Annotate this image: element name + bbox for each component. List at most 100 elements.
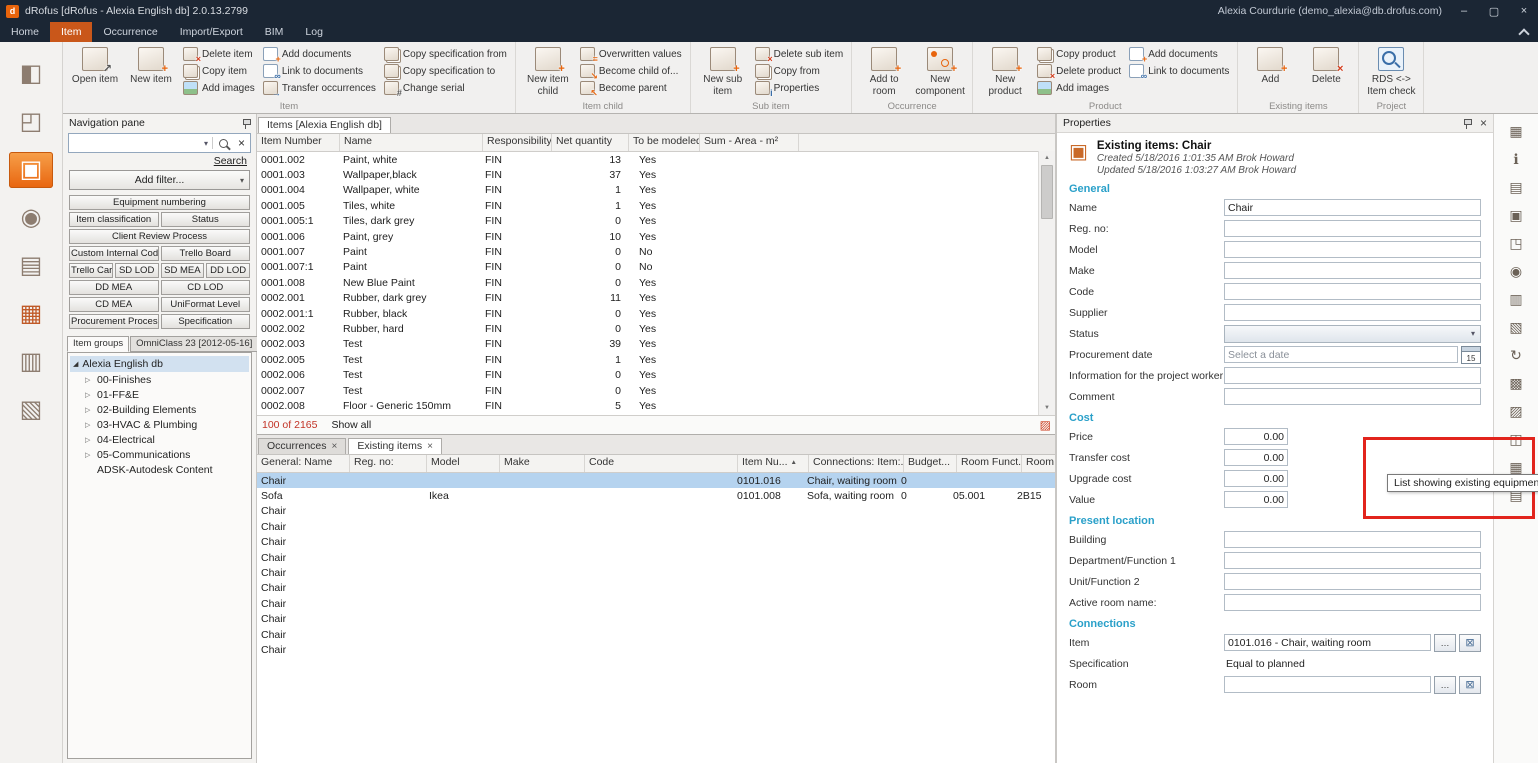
product-icon[interactable]: ◉ <box>1505 262 1527 280</box>
filter-button[interactable]: Item classification <box>69 212 159 227</box>
filter-button[interactable]: CD LOD <box>161 280 251 295</box>
tree-item[interactable]: ▷ 04-Electrical <box>68 432 251 447</box>
filter-button[interactable]: DD MEA <box>69 280 159 295</box>
copy-item-button[interactable]: Copy item <box>180 63 258 79</box>
column-header[interactable]: To be modeled <box>629 134 700 151</box>
code-field[interactable] <box>1224 283 1481 300</box>
column-header[interactable]: Reg. no: <box>350 455 427 472</box>
supplier-field[interactable] <box>1224 304 1481 321</box>
items-tab[interactable]: Items [Alexia English db] <box>258 117 391 133</box>
browse-item-button[interactable]: … <box>1434 634 1456 652</box>
expand-icon[interactable]: ▷ <box>85 391 93 399</box>
make-field[interactable] <box>1224 262 1481 279</box>
expand-icon[interactable]: ▷ <box>85 406 93 414</box>
existing-item-row[interactable]: Chair <box>257 550 1055 565</box>
transfer-occurrences-button[interactable]: →Transfer occurrences <box>260 80 379 96</box>
add-documents-button[interactable]: +Add documents <box>260 46 379 62</box>
item-data-icon[interactable]: ▣ <box>1505 206 1527 224</box>
existing-item-row[interactable]: Chair <box>257 612 1055 627</box>
new-product-button[interactable]: + New product <box>978 44 1032 97</box>
unit-function-field[interactable] <box>1224 573 1481 590</box>
tree-item[interactable]: ▷ 03-HVAC & Plumbing <box>68 417 251 432</box>
calendar-icon[interactable]: 15 <box>1461 346 1481 364</box>
search-input[interactable] <box>69 134 200 152</box>
add-filter-button[interactable]: Add filter... ▾ <box>69 170 250 190</box>
connection-room-field[interactable] <box>1224 676 1431 693</box>
bottom-tab[interactable]: Existing items × <box>348 438 442 454</box>
collapse-ribbon-icon[interactable] <box>1510 22 1538 42</box>
new-item-button[interactable]: + New item <box>124 44 178 86</box>
expand-icon[interactable]: ▷ <box>85 451 93 459</box>
filter-button[interactable]: DD LOD <box>206 263 250 278</box>
ribbon-tab[interactable]: Home <box>0 22 50 42</box>
item-row[interactable]: 0002.003 Test FIN 39 Yes <box>257 337 1055 352</box>
ribbon-tab[interactable]: Import/Export <box>169 22 254 42</box>
vertical-scrollbar[interactable]: ▲ ▼ <box>1038 151 1055 415</box>
filter-button[interactable]: Procurement Process <box>69 314 159 329</box>
expand-icon[interactable]: ▷ <box>85 376 93 384</box>
connection-item-field[interactable] <box>1224 634 1431 651</box>
documents-module-icon[interactable]: ▤ <box>9 248 53 284</box>
copy-product-button[interactable]: Copy product <box>1034 46 1124 62</box>
existing-item-row[interactable]: Chair <box>257 504 1055 519</box>
transfer-icon[interactable]: ◫ <box>1505 430 1527 448</box>
become-parent-button[interactable]: ↖Become parent <box>577 80 685 96</box>
restore-icon[interactable]: ▢ <box>1486 5 1502 18</box>
item-row[interactable]: 0002.005 Test FIN 1 Yes <box>257 352 1055 367</box>
package-icon[interactable]: ▥ <box>1505 290 1527 308</box>
library-module-icon[interactable]: ▧ <box>9 392 53 428</box>
report-icon[interactable]: ▨ <box>1040 418 1051 432</box>
close-tab-icon[interactable]: × <box>332 441 338 452</box>
filter-button[interactable]: SD MEA <box>161 263 205 278</box>
item-row[interactable]: 0002.001:1 Rubber, black FIN 0 Yes <box>257 306 1055 321</box>
item-row[interactable]: 0002.002 Rubber, hard FIN 0 Yes <box>257 321 1055 336</box>
rooms-module-icon[interactable]: ◧ <box>9 56 53 92</box>
item-row[interactable]: 0001.002 Paint, white FIN 13 Yes <box>257 152 1055 167</box>
clear-item-button[interactable]: ⊠ <box>1459 634 1481 652</box>
show-all-link[interactable]: Show all <box>331 419 371 431</box>
ribbon-tab[interactable]: Item <box>50 22 92 42</box>
add-documents-button[interactable]: +Add documents <box>1126 46 1232 62</box>
column-header[interactable]: Sum - Area - m² <box>700 134 799 151</box>
become-child-of-button[interactable]: ↘Become child of... <box>577 63 685 79</box>
filter-button[interactable]: SD LOD <box>115 263 159 278</box>
filter-button[interactable]: Custom Internal Code <box>69 246 159 261</box>
change-serial-button[interactable]: #Change serial <box>381 80 510 96</box>
room-function-module-icon[interactable]: ◰ <box>9 104 53 140</box>
column-header[interactable]: Model <box>427 455 500 472</box>
filter-button[interactable]: Specification <box>161 314 251 329</box>
copy-from-button[interactable]: Copy from <box>752 63 846 79</box>
bottom-tab[interactable]: Occurrences × <box>258 438 346 454</box>
add-images-button[interactable]: Add images <box>1034 80 1124 96</box>
files-icon[interactable]: ▧ <box>1505 318 1527 336</box>
minimize-icon[interactable]: – <box>1456 5 1472 17</box>
ribbon-tab[interactable]: Occurrence <box>92 22 168 42</box>
department-function-field[interactable] <box>1224 552 1481 569</box>
filter-button[interactable]: CD MEA <box>69 297 159 312</box>
add-to-room-button[interactable]: + Add to room <box>857 44 911 97</box>
documents-icon[interactable]: ▤ <box>1505 178 1527 196</box>
close-tab-icon[interactable]: × <box>427 441 433 452</box>
tree-item[interactable]: ▷ 02-Building Elements <box>68 402 251 417</box>
item-row[interactable]: 0001.007:1 Paint FIN 0 No <box>257 260 1055 275</box>
link-to-documents-button[interactable]: ∞Link to documents <box>1126 63 1232 79</box>
existing-item-row[interactable]: Chair <box>257 581 1055 596</box>
close-panel-icon[interactable]: × <box>1480 116 1487 130</box>
filter-button[interactable]: Trello Board <box>161 246 251 261</box>
delete-existing-item-button[interactable]: × Delete <box>1299 44 1353 86</box>
components-icon[interactable]: ▩ <box>1505 374 1527 392</box>
pin-icon[interactable] <box>241 118 251 129</box>
scroll-down-icon[interactable]: ▼ <box>1044 401 1050 415</box>
value-field[interactable] <box>1224 491 1288 508</box>
delete-product-button[interactable]: ×Delete product <box>1034 63 1124 79</box>
info-icon[interactable]: ℹ <box>1505 150 1527 168</box>
procurement-date-field[interactable] <box>1224 346 1458 363</box>
building-field[interactable] <box>1224 531 1481 548</box>
upgrade-cost-field[interactable] <box>1224 470 1288 487</box>
nav-tab[interactable]: Item groups <box>67 336 129 352</box>
browse-room-button[interactable]: … <box>1434 676 1456 694</box>
link-to-documents-button[interactable]: ∞Link to documents <box>260 63 379 79</box>
comment-field[interactable] <box>1224 388 1481 405</box>
name-field[interactable] <box>1224 199 1481 216</box>
column-header[interactable]: Item Nu... <box>738 455 809 472</box>
